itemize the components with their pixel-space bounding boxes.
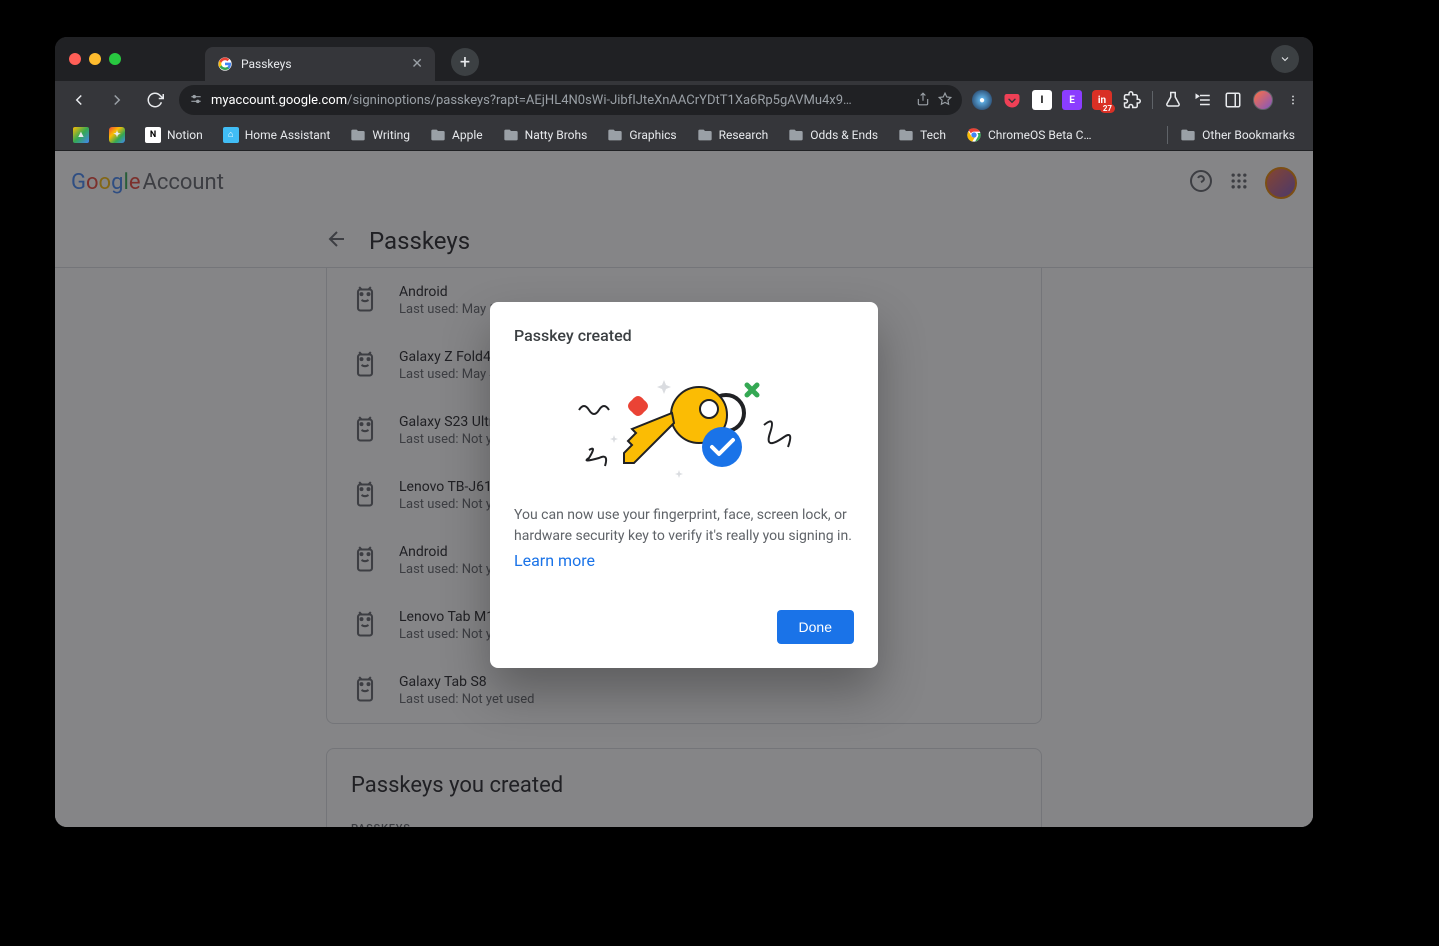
window-titlebar: Passkeys ✕ +: [55, 37, 1313, 81]
dialog-title: Passkey created: [514, 326, 854, 345]
bookmark-folder[interactable]: Odds & Ends: [780, 123, 886, 147]
close-tab-icon[interactable]: ✕: [411, 56, 423, 72]
home-assistant-icon: ⌂: [223, 127, 239, 143]
bookmark-folder[interactable]: Writing: [342, 123, 418, 147]
other-bookmarks-folder[interactable]: Other Bookmarks: [1172, 123, 1303, 147]
extension-icons: ● I E in ⋮: [972, 90, 1303, 110]
key-illustration: [514, 355, 854, 495]
labs-icon[interactable]: [1163, 90, 1183, 110]
folder-icon: [898, 127, 914, 143]
sidepanel-icon[interactable]: [1223, 90, 1243, 110]
bookmark-label: ChromeOS Beta C…: [988, 128, 1092, 142]
maximize-window-button[interactable]: [109, 53, 121, 65]
folder-icon: [788, 127, 804, 143]
folder-icon: [503, 127, 519, 143]
bookmark-item[interactable]: ChromeOS Beta C…: [958, 123, 1100, 147]
browser-toolbar: myaccount.google.com/signinoptions/passk…: [55, 81, 1313, 119]
extension-icon[interactable]: E: [1062, 90, 1082, 110]
chrome-menu-icon[interactable]: ⋮: [1283, 90, 1303, 110]
site-settings-icon[interactable]: [189, 92, 203, 109]
bookmark-label: Tech: [920, 128, 946, 142]
extension-icon[interactable]: in: [1092, 90, 1112, 110]
bookmarks-divider: [1167, 126, 1168, 144]
minimize-window-button[interactable]: [89, 53, 101, 65]
folder-icon: [697, 127, 713, 143]
bookmark-label: Writing: [372, 128, 410, 142]
nav-back-button[interactable]: [65, 86, 93, 114]
extension-icon[interactable]: I: [1032, 90, 1052, 110]
bookmark-label: Odds & Ends: [810, 128, 878, 142]
reload-button[interactable]: [141, 86, 169, 114]
bookmark-item[interactable]: N Notion: [137, 123, 211, 147]
notion-icon: N: [145, 127, 161, 143]
traffic-lights: [69, 53, 121, 65]
address-bar[interactable]: myaccount.google.com/signinoptions/passk…: [179, 85, 962, 115]
bookmark-item[interactable]: ✦: [101, 123, 133, 147]
dialog-body-text: You can now use your fingerprint, face, …: [514, 505, 854, 547]
bookmark-folder[interactable]: Research: [689, 123, 777, 147]
share-icon[interactable]: [916, 92, 930, 109]
bookmark-item[interactable]: ▲: [65, 123, 97, 147]
bookmark-label: Natty Brohs: [525, 128, 588, 142]
folder-icon: [1180, 127, 1196, 143]
bookmark-label: Apple: [452, 128, 483, 142]
bookmark-folder[interactable]: Tech: [890, 123, 954, 147]
done-button[interactable]: Done: [777, 610, 854, 644]
bookmark-folder[interactable]: Graphics: [599, 123, 684, 147]
bookmark-folder[interactable]: Apple: [422, 123, 491, 147]
bookmark-label: Home Assistant: [245, 128, 331, 142]
nav-forward-button[interactable]: [103, 86, 131, 114]
google-favicon-icon: [217, 56, 233, 72]
tab-title: Passkeys: [241, 57, 292, 71]
bookmarks-bar: ▲ ✦ N Notion ⌂ Home Assistant Writing Ap…: [55, 119, 1313, 151]
toolbar-divider: [1152, 91, 1153, 109]
pocket-icon[interactable]: [1002, 90, 1022, 110]
url-text: myaccount.google.com/signinoptions/passk…: [211, 93, 908, 108]
profile-avatar[interactable]: [1253, 90, 1273, 110]
bookmark-label: Notion: [167, 128, 203, 142]
bookmark-folder[interactable]: Natty Brohs: [495, 123, 596, 147]
drive-icon: ▲: [73, 127, 89, 143]
bookmark-label: Research: [719, 128, 769, 142]
bookmark-item[interactable]: ⌂ Home Assistant: [215, 123, 339, 147]
browser-window: Passkeys ✕ + myaccount.google.com/signin…: [55, 37, 1313, 827]
page-viewport: Google Account Passkeys: [55, 151, 1313, 827]
extension-icon[interactable]: ●: [972, 90, 992, 110]
bookmark-star-icon[interactable]: [938, 92, 952, 109]
tab-dropdown-icon[interactable]: [1271, 45, 1299, 73]
bookmark-label: Other Bookmarks: [1202, 128, 1295, 142]
browser-tab[interactable]: Passkeys ✕: [205, 47, 435, 81]
folder-icon: [607, 127, 623, 143]
extensions-menu-icon[interactable]: [1122, 90, 1142, 110]
folder-icon: [350, 127, 366, 143]
chrome-icon: [966, 127, 982, 143]
new-tab-button[interactable]: +: [451, 48, 479, 76]
passkey-created-dialog: Passkey created: [490, 302, 878, 668]
learn-more-link[interactable]: Learn more: [514, 551, 595, 570]
photos-icon: ✦: [109, 127, 125, 143]
close-window-button[interactable]: [69, 53, 81, 65]
bookmark-label: Graphics: [629, 128, 676, 142]
media-control-icon[interactable]: [1193, 90, 1213, 110]
folder-icon: [430, 127, 446, 143]
